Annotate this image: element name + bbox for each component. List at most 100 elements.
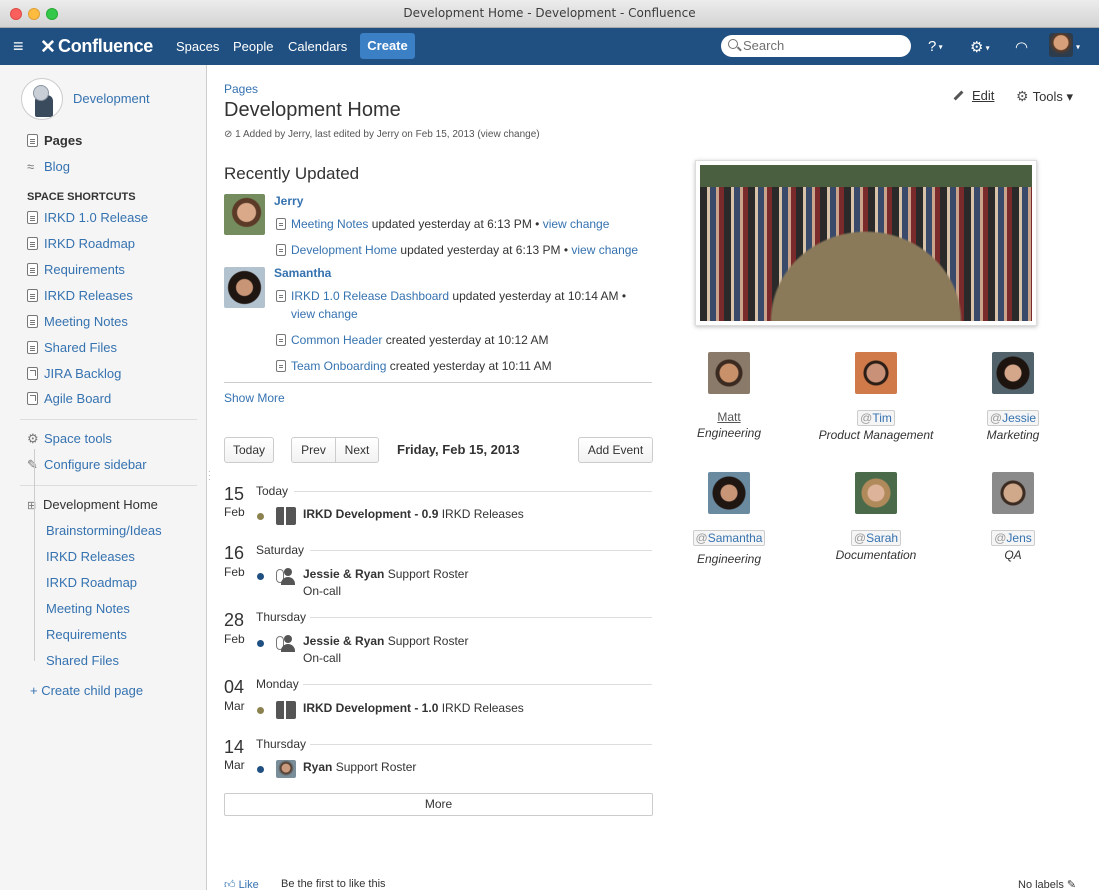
confluence-logo-icon[interactable]: ✕ [40,36,56,59]
avatar[interactable] [855,472,897,514]
shortcut-link[interactable]: IRKD Roadmap [27,235,135,253]
window-title: Development Home - Development - Conflue… [403,6,696,20]
avatar[interactable] [708,352,750,394]
recently-updated-heading: Recently Updated [224,164,360,183]
event-weekday: Today [256,484,289,498]
tools-menu-button[interactable]: ⚙ Tools ▾ [1016,88,1073,105]
divider [310,617,652,618]
event-month: Feb [224,565,245,579]
configure-sidebar-link[interactable]: ✎ Configure sidebar [27,456,147,474]
page-tree-item[interactable]: IRKD Roadmap [46,575,137,590]
confluence-logo[interactable]: Confluence [58,36,153,57]
page-tree-item[interactable]: Requirements [46,627,127,642]
page-tree-item[interactable]: Brainstorming/Ideas [46,523,162,538]
gear-icon: ⚙ [1016,88,1029,104]
user-mention[interactable]: @Sarah [850,530,902,546]
user-mention[interactable]: @Jens [991,530,1035,546]
user-link[interactable]: Jerry [274,194,303,208]
event-month: Mar [224,699,245,713]
view-change-link[interactable]: view change [571,243,638,257]
nav-people[interactable]: People [233,39,273,54]
user-mention[interactable]: @Jessie [986,410,1040,426]
avatar[interactable] [855,352,897,394]
help-icon[interactable]: ? ▾ [928,38,943,55]
list-item: Common Header created yesterday at 10:12… [276,331,548,349]
prev-button[interactable]: Prev [291,437,336,463]
today-button[interactable]: Today [224,437,274,463]
gear-icon: ⚙ [27,431,39,446]
user-link[interactable]: Matt [717,410,740,424]
page-tree-item[interactable]: IRKD Releases [46,549,135,564]
more-events-button[interactable]: More [224,793,653,816]
nav-spaces[interactable]: Spaces [176,39,219,54]
page-link[interactable]: Team Onboarding [291,359,386,373]
external-link-icon [27,392,38,405]
event-item[interactable]: Jessie & Ryan Support Roster On-call [303,566,468,600]
like-status: Be the first to like this [281,878,386,890]
space-avatar[interactable] [21,78,63,120]
shortcut-link[interactable]: Meeting Notes [27,313,128,331]
page-link[interactable]: Development Home [291,243,397,257]
sidebar-blog[interactable]: ≈ Blog [27,158,70,176]
event-item[interactable]: Ryan Support Roster [303,759,416,776]
space-tools-link[interactable]: ⚙ Space tools [27,430,112,448]
page-tree-item[interactable]: Meeting Notes [46,601,130,616]
avatar[interactable] [224,267,265,308]
labels-section[interactable]: No labels ✎ [1018,878,1076,890]
user-avatar[interactable] [1049,33,1073,57]
shortcut-link[interactable]: JIRA Backlog [27,365,121,383]
add-event-button[interactable]: Add Event [578,437,653,463]
user-link[interactable]: Samantha [274,266,331,280]
shortcut-link[interactable]: IRKD Releases [27,287,133,305]
page-link[interactable]: Meeting Notes [291,217,368,231]
avatar[interactable] [992,352,1034,394]
team-member: @Tim Product Management [816,352,936,442]
shortcut-link[interactable]: Shared Files [27,339,117,357]
event-item[interactable]: Jessie & Ryan Support Roster On-call [303,633,468,667]
event-day: 15 [224,484,245,504]
attachment-icon: ⊘ [224,129,233,140]
edit-button[interactable]: Edit [953,88,994,103]
page-icon [27,341,38,354]
menu-icon[interactable]: ≡ [13,37,24,55]
breadcrumb[interactable]: Pages [224,82,258,96]
page-tree-root[interactable]: ⊞ Development Home [27,496,158,514]
event-item[interactable]: IRKD Development - 1.0 IRKD Releases [303,700,524,717]
shortcut-link[interactable]: Requirements [27,261,125,279]
show-more-link[interactable]: Show More [224,391,285,405]
user-mention[interactable]: @Tim [857,410,895,426]
view-change-link[interactable]: view change [291,307,358,321]
page-link[interactable]: Common Header [291,333,382,347]
top-navigation: ≡ ✕ Confluence Spaces People Calendars C… [0,28,1099,65]
avatar[interactable] [992,472,1034,514]
event-month: Feb [224,632,245,646]
next-button[interactable]: Next [335,437,379,463]
sidebar-divider [20,485,197,486]
notifications-icon[interactable]: ◠ [1015,38,1028,56]
view-change-link[interactable]: view change [543,217,610,231]
user-mention[interactable]: @Samantha [692,530,766,546]
search-input[interactable]: Search [721,35,911,57]
create-button[interactable]: Create [360,33,415,59]
event-day: 28 [224,610,245,630]
team-member: @Jens QA [953,472,1073,562]
shortcut-link[interactable]: Agile Board [27,390,111,408]
sidebar-pages[interactable]: Pages [27,132,82,150]
user-menu-caret-icon[interactable]: ▾ [1076,38,1080,55]
settings-gear-icon[interactable]: ⚙ ▾ [970,38,990,56]
page-icon [27,315,38,328]
sidebar-divider [20,419,197,420]
page-link[interactable]: IRKD 1.0 Release Dashboard [291,289,449,303]
nav-calendars[interactable]: Calendars [288,39,347,54]
sidebar-resize-handle[interactable]: · · · [208,468,211,484]
event-item[interactable]: IRKD Development - 0.9 IRKD Releases [303,506,524,523]
like-button[interactable]: 👍︎ Like [224,878,259,890]
create-child-page-link[interactable]: + Create child page [30,682,143,700]
page-icon [27,263,38,276]
page-tree-item[interactable]: Shared Files [46,653,119,668]
avatar[interactable] [708,472,750,514]
space-name[interactable]: Development [73,91,150,106]
page-icon [276,334,286,346]
avatar[interactable] [224,194,265,235]
shortcut-link[interactable]: IRKD 1.0 Release [27,209,148,227]
